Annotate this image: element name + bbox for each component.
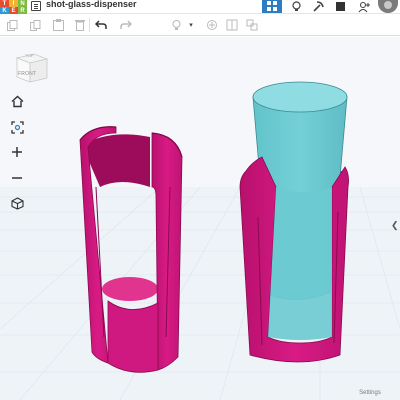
- perspective-icon[interactable]: [8, 194, 26, 212]
- logo-letter: E: [9, 7, 18, 14]
- copy-icon[interactable]: [27, 17, 43, 33]
- duplicate-icon[interactable]: [4, 17, 20, 33]
- toolbar-divider: [89, 18, 90, 32]
- view-cube-top-label: TOP: [25, 53, 34, 58]
- lightbulb-icon[interactable]: [289, 0, 303, 13]
- workplane[interactable]: TOP FRONT ❮ Settings: [0, 37, 400, 400]
- workplane-grid: [0, 81, 400, 400]
- paste-icon[interactable]: [50, 17, 66, 33]
- fit-icon[interactable]: [8, 118, 26, 136]
- square-icon[interactable]: [333, 0, 347, 13]
- design-list-icon[interactable]: [31, 1, 41, 11]
- pickaxe-icon[interactable]: [311, 0, 325, 13]
- group-icon[interactable]: [244, 17, 260, 33]
- logo-letter: T: [0, 0, 9, 7]
- logo-letter: N: [18, 0, 27, 7]
- logo-letter: I: [9, 0, 18, 7]
- edit-toolbar: ▾: [0, 14, 400, 36]
- design-title[interactable]: shot-glass-dispenser: [46, 0, 137, 9]
- chevron-left-icon[interactable]: ❮: [391, 220, 399, 231]
- align-icon[interactable]: [204, 17, 220, 33]
- title-bar: T I N K E R shot-glass-dispenser: [0, 0, 400, 14]
- mirror-icon[interactable]: [224, 17, 240, 33]
- delete-icon[interactable]: [72, 17, 88, 33]
- redo-icon[interactable]: [118, 17, 134, 33]
- dropdown-icon[interactable]: ▾: [183, 17, 199, 33]
- avatar[interactable]: [378, 0, 398, 13]
- logo-letter: K: [0, 7, 9, 14]
- view-cube[interactable]: TOP FRONT: [14, 50, 50, 84]
- tinkercad-logo[interactable]: T I N K E R: [0, 0, 28, 14]
- add-user-icon[interactable]: [357, 0, 371, 13]
- zoom-in-icon[interactable]: [8, 143, 26, 161]
- 3d-view-icon[interactable]: [262, 0, 282, 13]
- undo-icon[interactable]: [93, 17, 109, 33]
- lightbulb-icon[interactable]: [168, 17, 184, 33]
- right-cup-holder-shape: [239, 81, 349, 363]
- settings-button[interactable]: Settings: [353, 388, 387, 398]
- zoom-out-icon[interactable]: [8, 169, 26, 187]
- logo-letter: R: [18, 7, 27, 14]
- view-cube-front-label: FRONT: [18, 71, 37, 77]
- home-icon[interactable]: [8, 92, 26, 110]
